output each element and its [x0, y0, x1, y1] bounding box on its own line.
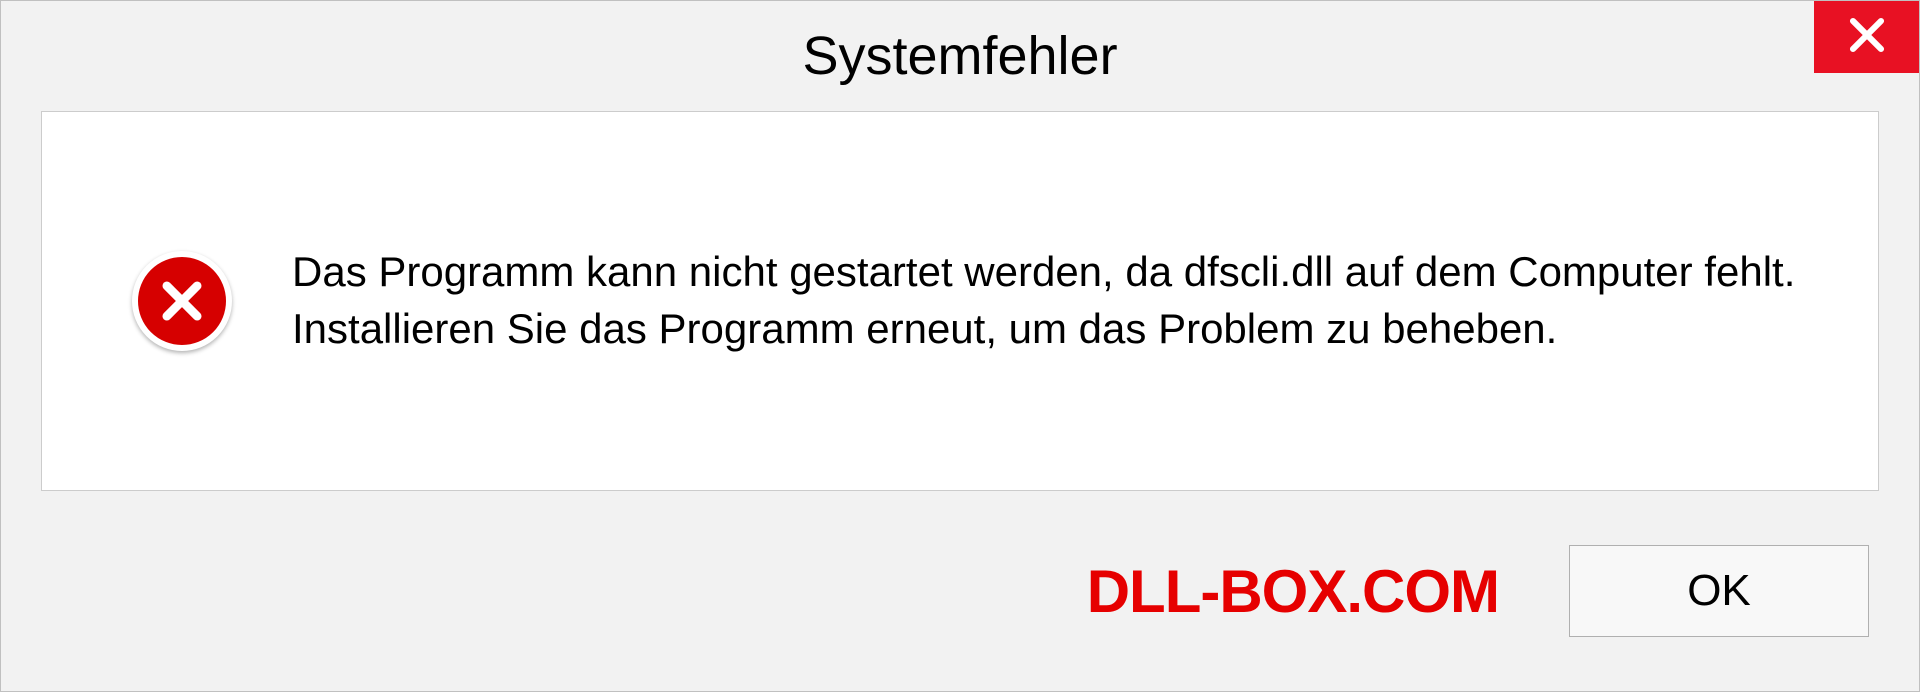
ok-button[interactable]: OK — [1569, 545, 1869, 637]
content-area: Das Programm kann nicht gestartet werden… — [41, 111, 1879, 491]
close-icon — [1846, 14, 1888, 61]
close-button[interactable] — [1814, 1, 1919, 73]
error-message: Das Programm kann nicht gestartet werden… — [292, 244, 1808, 357]
title-bar: Systemfehler — [1, 1, 1919, 111]
watermark: DLL-BOX.COM — [1087, 557, 1499, 626]
error-dialog: Systemfehler Das Programm kann nicht ges… — [0, 0, 1920, 692]
dialog-title: Systemfehler — [802, 25, 1117, 87]
footer-bar: DLL-BOX.COM OK — [1, 491, 1919, 691]
error-icon — [132, 251, 232, 351]
